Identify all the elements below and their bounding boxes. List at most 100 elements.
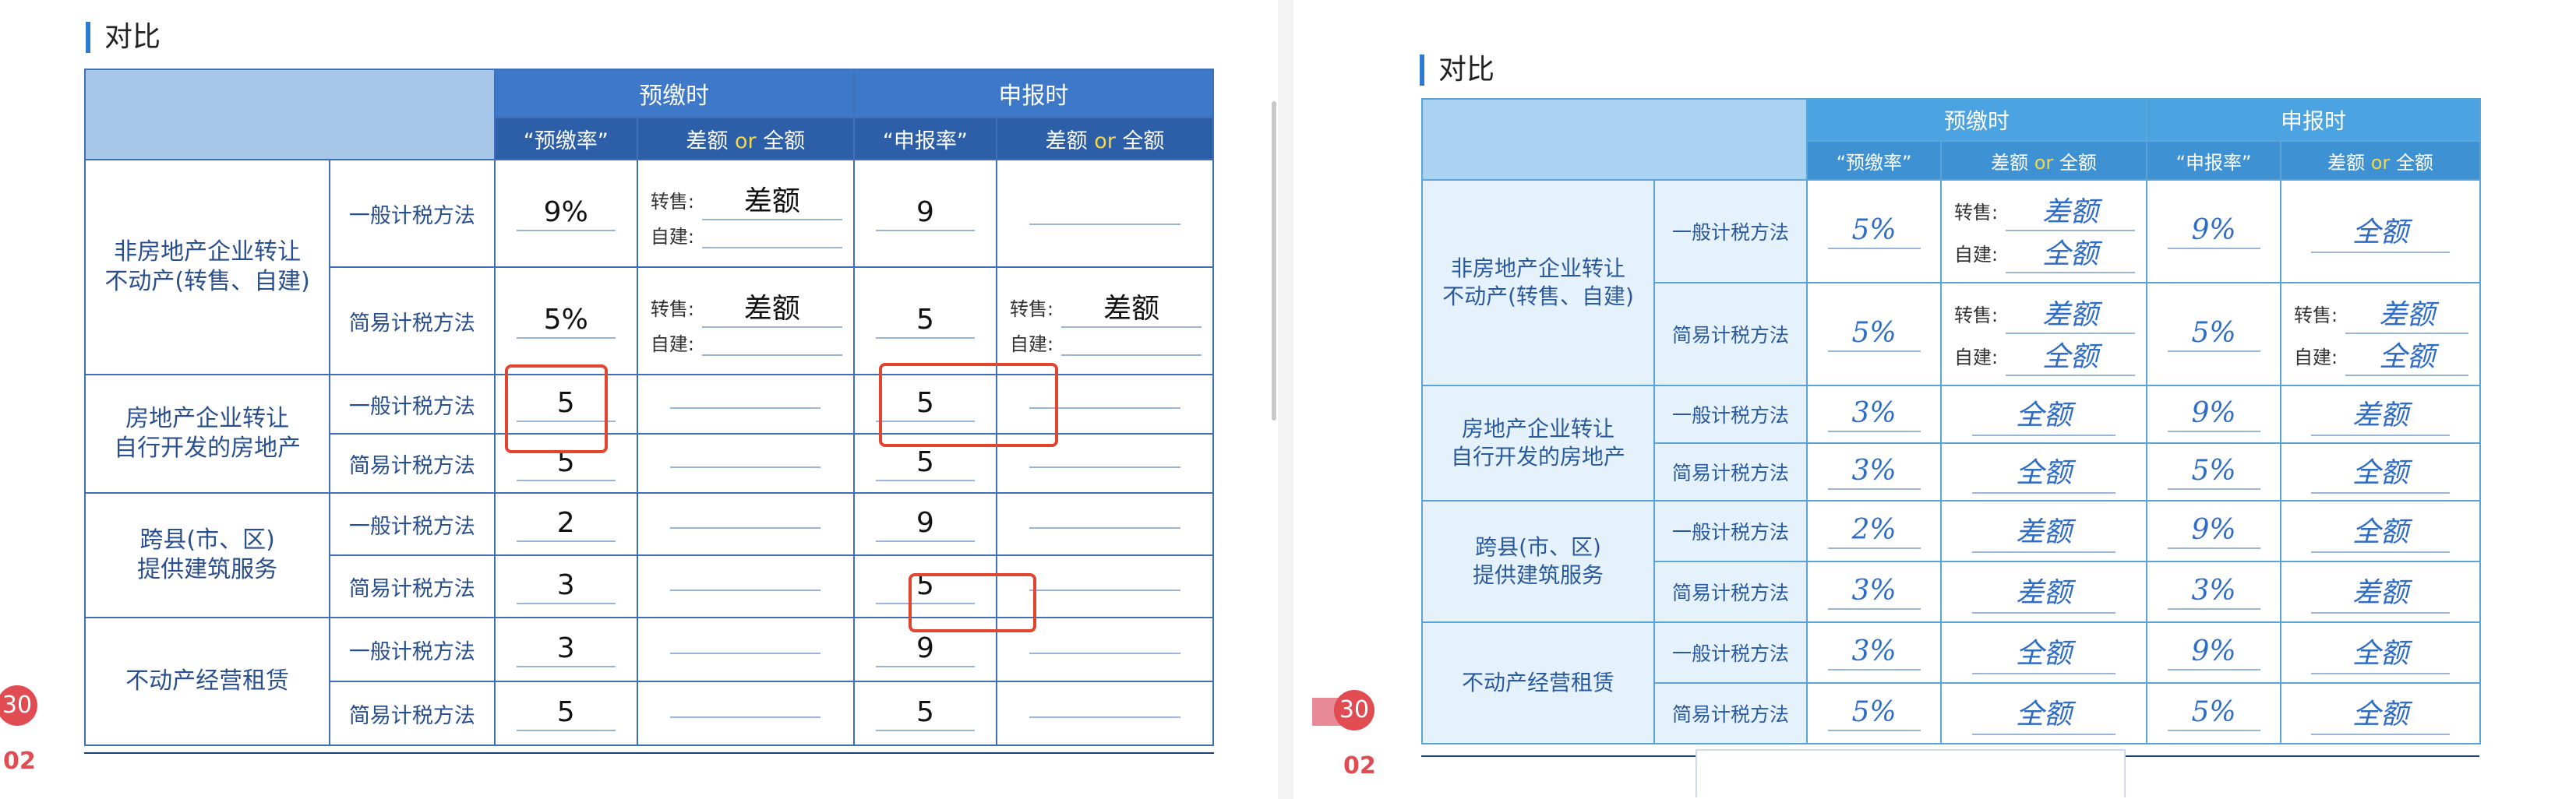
pre-rate-cell[interactable]: 3% [1806,442,1942,502]
sub-declare-mode: 差额 or 全额 [2280,140,2482,181]
pre-mode-cell[interactable]: 全额 [1939,385,2148,444]
pre-rate-cell[interactable]: 3% [1806,385,1942,444]
sub-declare-rate: “申报率” [2146,140,2282,181]
dec-rate-cell[interactable]: 9% [2146,621,2282,684]
dec-mode-cell[interactable]: 差额 [2280,561,2482,623]
group-prepay: 预缴时 [1805,98,2148,142]
pre-rate-cell[interactable]: 5% [1806,282,1942,386]
dec-rate-cell[interactable]: 9 [852,492,998,556]
method-simple: 简易计税方法 [1653,682,1808,744]
dec-mode-cell[interactable]: 全额 [2280,682,2482,744]
pre-rate-cell[interactable]: 9% [493,159,638,268]
method-simple: 简易计税方法 [329,554,496,618]
pre-mode-cell[interactable]: 全额 [1939,621,2148,684]
page-sub-number: 02 [3,748,36,775]
method-general: 一般计税方法 [329,617,496,682]
sub-prepay-rate: “预缴率” [493,117,638,160]
table-bottom-rule [84,752,1214,754]
pre-mode-cell[interactable]: 转售: 差额 自建: [636,266,855,375]
pre-mode-cell[interactable]: 转售: 差额 自建: 全额 [1939,179,2148,283]
method-simple: 简易计税方法 [1653,282,1808,386]
sub-prepay-mode: 差额 or 全额 [636,117,855,160]
method-general: 一般计税方法 [1653,621,1808,684]
highlight-box [505,364,608,453]
right-section-title: 对比 [1420,55,1494,86]
method-simple: 简易计税方法 [329,433,496,494]
method-general: 一般计税方法 [329,492,496,556]
pre-mode-cell[interactable] [636,681,855,746]
dec-mode-cell[interactable]: 全额 [2280,500,2482,562]
pre-mode-cell[interactable] [636,617,855,682]
method-general: 一般计税方法 [1653,179,1808,283]
pre-rate-cell[interactable]: 3% [1806,561,1942,623]
page-number-badge: 30 [1334,690,1374,730]
pre-mode-cell[interactable] [636,554,855,618]
dec-mode-cell[interactable]: 差额 [2280,385,2482,444]
text-cursor-box[interactable] [1696,749,2126,797]
row-label-leasing: 不动产经营租赁 [1421,621,1655,744]
dec-rate-cell[interactable]: 9% [2146,500,2282,562]
header-corner [84,69,496,160]
method-simple: 简易计税方法 [329,266,496,375]
pre-rate-cell[interactable]: 5% [1806,179,1942,283]
header-corner [1421,98,1808,180]
method-simple: 简易计税方法 [1653,561,1808,623]
dec-mode-cell[interactable] [996,492,1214,556]
dec-mode-cell[interactable] [996,681,1214,746]
pre-mode-cell[interactable]: 差额 [1939,561,2148,623]
dec-mode-cell[interactable]: 全额 [2280,621,2482,684]
dec-mode-cell[interactable] [996,159,1214,268]
pre-mode-cell[interactable]: 转售: 差额 自建: [636,159,855,268]
group-declare: 申报时 [2146,98,2482,142]
sub-prepay-mode: 差额 or 全额 [1939,140,2148,181]
row-label-nonrealestate: 非房地产企业转让 不动产(转售、自建) [1421,179,1655,386]
sub-declare-rate: “申报率” [852,117,998,160]
right-comparison-table: 预缴时 申报时 “预缴率” 差额 or 全额 “申报率” 差额 or 全额 非房… [1421,98,2482,744]
pre-rate-cell[interactable]: 2% [1806,500,1942,562]
row-label-construction: 跨县(市、区) 提供建筑服务 [1421,500,1655,623]
pre-rate-cell[interactable]: 3% [1806,621,1942,684]
dec-rate-cell[interactable]: 5 [852,681,998,746]
pre-mode-cell[interactable]: 全额 [1939,442,2148,502]
dec-mode-cell[interactable]: 全额 [2280,442,2482,502]
pre-rate-cell[interactable]: 5 [493,681,638,746]
pre-rate-cell[interactable]: 5% [493,266,638,375]
dec-rate-cell[interactable]: 5% [2146,282,2282,386]
pre-rate-cell[interactable]: 2 [493,492,638,556]
dec-rate-cell[interactable]: 5% [2146,682,2282,744]
method-general: 一般计税方法 [329,374,496,435]
left-section-title: 对比 [86,22,161,53]
dec-rate-cell[interactable]: 5 [852,266,998,375]
page-sub-number: 02 [1343,752,1376,780]
method-simple: 简易计税方法 [329,681,496,746]
dec-rate-cell[interactable]: 9% [2146,385,2282,444]
method-simple: 简易计税方法 [1653,442,1808,502]
pre-mode-cell[interactable] [636,374,855,435]
dec-rate-cell[interactable]: 5% [2146,442,2282,502]
pre-mode-cell[interactable] [636,492,855,556]
sub-declare-mode: 差额 or 全额 [996,117,1214,160]
row-label-nonrealestate: 非房地产企业转让 不动产(转售、自建) [83,159,331,375]
dec-rate-cell[interactable]: 9 [852,159,998,268]
pre-rate-cell[interactable]: 5% [1806,682,1942,744]
row-label-leasing: 不动产经营租赁 [83,617,331,746]
dec-rate-cell[interactable]: 3% [2146,561,2282,623]
method-general: 一般计税方法 [1653,385,1808,444]
row-label-realestate: 房地产企业转让 自行开发的房地产 [1421,385,1655,502]
dec-mode-cell[interactable]: 转售: 差额 自建: [996,266,1214,375]
vertical-scrollbar[interactable] [1272,101,1276,421]
highlight-box [879,363,1058,447]
dec-rate-cell[interactable]: 9% [2146,179,2282,283]
pre-rate-cell[interactable]: 3 [493,554,638,618]
dec-mode-cell[interactable]: 全额 [2280,179,2482,283]
pre-mode-cell[interactable]: 全额 [1939,682,2148,744]
method-general: 一般计税方法 [329,159,496,268]
dec-mode-cell[interactable]: 转售: 差额 自建: 全额 [2280,282,2482,386]
sub-prepay-rate: “预缴率” [1806,140,1942,181]
row-label-construction: 跨县(市、区) 提供建筑服务 [83,492,331,618]
method-general: 一般计税方法 [1653,500,1808,562]
pre-mode-cell[interactable]: 差额 [1939,500,2148,562]
pre-mode-cell[interactable] [636,433,855,494]
pre-rate-cell[interactable]: 3 [493,617,638,682]
pre-mode-cell[interactable]: 转售: 差额 自建: 全额 [1939,282,2148,386]
